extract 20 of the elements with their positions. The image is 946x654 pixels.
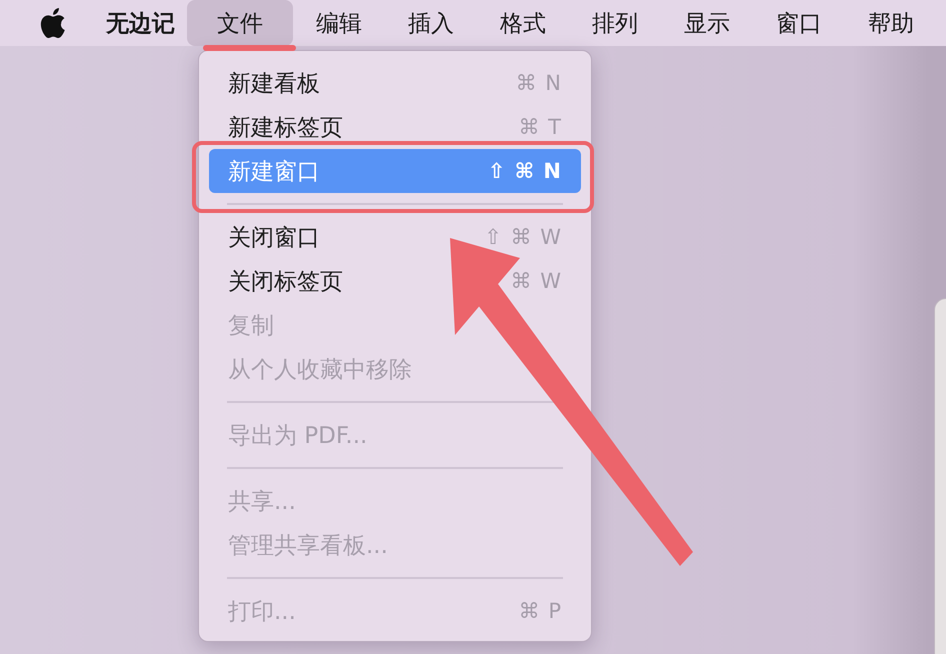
shortcut-label: ⌘ P <box>518 599 562 623</box>
menu-bar-item[interactable]: 帮助 <box>845 0 937 46</box>
menu-bar-item[interactable]: 显示 <box>661 0 753 46</box>
shortcut-label: ⌘ T <box>518 115 562 139</box>
menu-item[interactable]: 新建标签页 ⌘ T <box>209 105 581 149</box>
menu-bar-item[interactable]: 插入 <box>385 0 477 46</box>
menu-bar-item[interactable]: 文件 <box>187 0 293 46</box>
apple-icon[interactable] <box>40 8 66 38</box>
app-name[interactable]: 无边记 <box>106 8 175 38</box>
menu-bar-item[interactable]: 排列 <box>569 0 661 46</box>
shortcut-label: ⌘ N <box>516 71 562 95</box>
menu-bar-item[interactable]: 窗口 <box>753 0 845 46</box>
menu-item[interactable]: 关闭窗口 ⇧ ⌘ W <box>209 215 581 259</box>
shortcut-label: ⇧ ⌘ W <box>484 225 562 249</box>
menu-bar-item[interactable]: 格式 <box>477 0 569 46</box>
menu-bar-item[interactable]: 编辑 <box>293 0 385 46</box>
menu-item[interactable]: 新建看板 ⌘ N <box>209 61 581 105</box>
shortcut-label: ⇧ ⌘ N <box>488 159 562 183</box>
menu-item[interactable]: 关闭标签页 ⌘ W <box>209 259 581 303</box>
shortcut-label: ⌘ W <box>510 269 562 293</box>
